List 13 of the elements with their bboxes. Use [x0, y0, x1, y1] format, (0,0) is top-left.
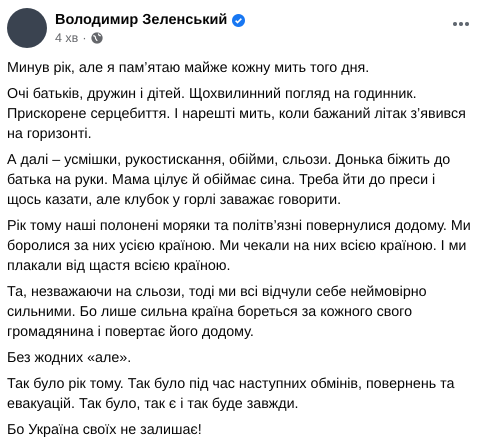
- separator: ·: [82, 31, 86, 45]
- post-paragraph: Бо Україна своїх не залишає!: [7, 421, 203, 437]
- avatar[interactable]: [7, 8, 47, 48]
- post-paragraph: Минув рік, але я пам’ятаю майже кожну мить того дня.: [7, 59, 370, 78]
- author-name[interactable]: Володимир Зеленський: [55, 12, 228, 28]
- post-paragraph: Та, незважаючи на сльози, тоді ми всі відчули себе неймовірно сильними. Бо лише сильна країна бореться за кожного свого громадянина і повертає його додому.: [7, 283, 428, 342]
- globe-icon: [90, 32, 102, 44]
- post-paragraph: Так було рік тому. Так було під час наступних обмінів, повернень та евакуацій. Так було, так є і так буде завжди.: [7, 375, 456, 414]
- post-paragraph: Рік тому наші полонені моряки та політв’язні повернулися додому. Ми боролися за них усією країною. Ми чекали на них всією країною. І ми плакали від щастя всією країною.: [7, 217, 472, 276]
- post-paragraph: Очі батьків, дружин і дітей. Щохвилинний погляд на годинник. Прискорене серцебиття. І нарешті мить, коли бажаний літак з’явився на горизонті.: [7, 85, 467, 144]
- post-paragraph: А далі – усмішки, рукостискання, обійми, сльози. Донька біжить до батька на руки. Мама цілує й обіймає сина. Треба йти до преси і щось казати, але клубок у горлі заважає говорити.: [7, 151, 452, 210]
- post-paragraph: Без жодних «але».: [7, 349, 132, 368]
- post-time[interactable]: 4 хв: [55, 31, 78, 45]
